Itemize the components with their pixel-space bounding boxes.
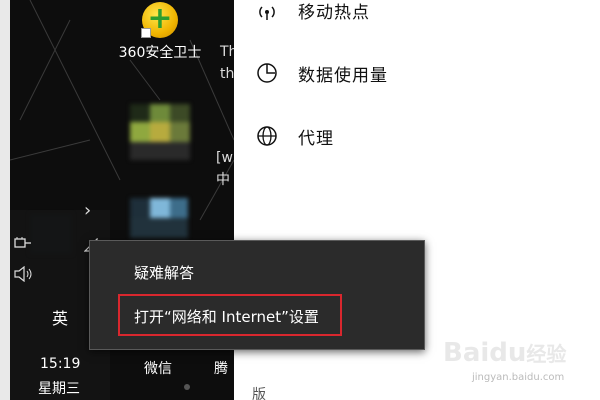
- panel-item-label: 数据使用量: [298, 65, 388, 86]
- desktop-icon-label-truncated: 版: [252, 387, 266, 400]
- panel-item-data-usage[interactable]: 数据使用量: [234, 53, 600, 93]
- chevron-right-icon[interactable]: ›: [84, 200, 91, 221]
- desktop-icon-label-truncated: th: [220, 66, 235, 82]
- taskbar-app-wechat[interactable]: 微信: [144, 358, 172, 378]
- taskbar-app-tencent[interactable]: 腾: [214, 358, 228, 378]
- highlight-box: [118, 294, 342, 336]
- speaker-icon[interactable]: [14, 265, 34, 286]
- menu-item-troubleshoot[interactable]: 疑难解答: [90, 255, 424, 289]
- pie-chart-icon: [254, 60, 280, 86]
- baidu-jingyan-watermark: Baidu经验: [443, 338, 566, 368]
- desktop-icon-label-truncated: [w: [216, 150, 233, 166]
- left-edge: [0, 0, 10, 400]
- network-plug-icon[interactable]: [14, 236, 32, 254]
- watermark-brand: Baidu: [443, 338, 527, 368]
- panel-item-label: 移动热点: [298, 2, 370, 23]
- input-method-indicator[interactable]: 英: [52, 305, 68, 329]
- shortcut-arrow-icon: [141, 28, 151, 38]
- globe-icon: [254, 123, 280, 149]
- clock-day[interactable]: 星期三: [38, 378, 80, 398]
- bullet-dot: [184, 384, 190, 390]
- panel-item-label: 代理: [298, 128, 334, 149]
- blurred-app-icon[interactable]: [130, 104, 190, 160]
- desktop-icon-label-truncated: 中: [216, 172, 230, 188]
- clock-time[interactable]: 15:19: [40, 356, 80, 372]
- watermark-url: jingyan.baidu.com: [472, 372, 565, 383]
- panel-item-hotspot[interactable]: 移动热点: [234, 0, 600, 30]
- panel-item-proxy[interactable]: 代理: [234, 116, 600, 156]
- watermark-brand-cn: 经验: [526, 342, 567, 366]
- hotspot-icon: [254, 0, 280, 23]
- desktop-icon-label: 360安全卫士: [118, 45, 202, 61]
- desktop-icon-360[interactable]: 360安全卫士: [115, 0, 205, 62]
- blurred-app-icon[interactable]: [130, 198, 188, 238]
